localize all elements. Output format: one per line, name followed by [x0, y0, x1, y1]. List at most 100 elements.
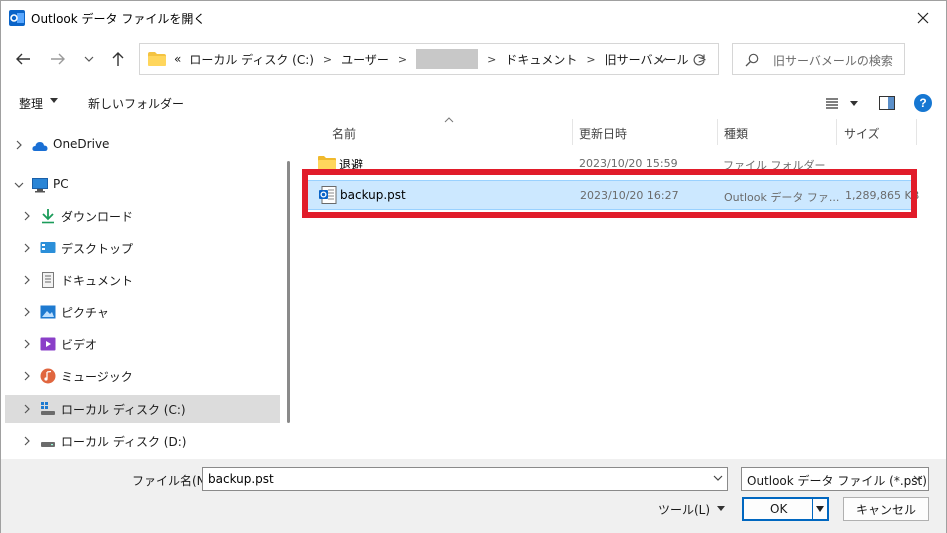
nav-item-documents[interactable]: ドキュメント — [5, 266, 280, 294]
nav-item-desktop[interactable]: デスクトップ — [5, 234, 280, 262]
close-button[interactable] — [900, 1, 946, 34]
new-folder-button[interactable]: 新しいフォルダー — [88, 95, 184, 112]
address-bar[interactable]: « ローカル ディスク (C:) > ユーザー > > ドキュメント > 旧サー… — [139, 43, 719, 75]
breadcrumb-documents[interactable]: ドキュメント — [501, 51, 581, 68]
chevron-right-icon[interactable]: > — [581, 53, 600, 66]
chevron-right-icon[interactable] — [21, 435, 33, 447]
chevron-right-icon[interactable] — [21, 338, 33, 350]
close-icon — [917, 12, 929, 23]
filename-input[interactable] — [203, 468, 703, 490]
nav-label-disk-d: ローカル ディスク (D:) — [61, 435, 187, 449]
help-icon[interactable]: ? — [914, 94, 932, 112]
search-icon — [745, 53, 759, 67]
nav-item-music[interactable]: ミュージック — [5, 362, 280, 390]
nav-item-pc[interactable]: PC — [5, 171, 280, 199]
nav-label-pc: PC — [53, 177, 69, 191]
filetype-select[interactable]: Outlook データ ファイル (*.pst) — [741, 467, 929, 491]
caret-down-icon[interactable] — [816, 505, 824, 513]
nav-item-pictures[interactable]: ピクチャ — [5, 298, 280, 326]
breadcrumb-users[interactable]: ユーザー — [337, 51, 393, 68]
nav-label-disk-c: ローカル ディスク (C:) — [61, 403, 186, 417]
recent-locations-button[interactable] — [77, 46, 101, 72]
nav-label-videos: ビデオ — [61, 338, 98, 352]
chevron-down-icon[interactable] — [713, 474, 723, 482]
refresh-button[interactable] — [688, 50, 710, 70]
organize-button[interactable]: 整理 — [19, 95, 43, 112]
column-header-modified[interactable]: 更新日時 — [579, 125, 627, 142]
drive-icon — [41, 442, 55, 447]
cancel-button[interactable]: キャンセル — [843, 497, 929, 521]
chevron-down-icon[interactable] — [13, 179, 25, 191]
preview-pane-icon[interactable] — [879, 96, 895, 110]
refresh-icon — [693, 54, 705, 66]
chevron-down-icon — [84, 56, 94, 62]
breadcrumb-overflow[interactable]: « — [170, 52, 185, 66]
highlight-annotation-box — [302, 169, 917, 218]
chevron-right-icon[interactable] — [21, 306, 33, 318]
nav-item-disk-d[interactable]: ローカル ディスク (D:) — [5, 427, 280, 455]
nav-item-disk-c[interactable]: ローカル ディスク (C:) — [5, 395, 280, 423]
address-history-button[interactable] — [652, 50, 672, 70]
chevron-right-icon[interactable] — [21, 403, 33, 415]
nav-item-videos[interactable]: ビデオ — [5, 330, 280, 358]
video-icon — [40, 337, 56, 351]
computer-icon — [32, 178, 48, 193]
chevron-right-icon[interactable]: > — [482, 53, 501, 66]
chevron-right-icon[interactable] — [21, 210, 33, 222]
nav-label-music: ミュージック — [61, 370, 133, 384]
arrow-up-icon — [112, 52, 124, 66]
title-bar: Outlook データ ファイルを開く — [1, 1, 946, 34]
chevron-right-icon[interactable]: > — [318, 53, 337, 66]
caret-down-icon[interactable] — [717, 506, 725, 512]
back-button[interactable] — [11, 46, 35, 72]
breadcrumb-old-server-mail[interactable]: 旧サーバメール — [601, 51, 693, 68]
chevron-right-icon[interactable] — [21, 370, 33, 382]
nav-label-onedrive: OneDrive — [53, 137, 110, 151]
breadcrumb: « ローカル ディスク (C:) > ユーザー > > ドキュメント > 旧サー… — [170, 44, 712, 74]
forward-button[interactable] — [46, 46, 70, 72]
nav-label-pictures: ピクチャ — [61, 306, 109, 320]
column-divider[interactable] — [572, 119, 573, 145]
column-divider[interactable] — [717, 119, 718, 145]
column-header-name[interactable]: 名前 — [332, 125, 356, 142]
chevron-down-icon — [657, 57, 667, 63]
up-button[interactable] — [106, 46, 130, 72]
command-bar: 整理 新しいフォルダー ? — [1, 89, 946, 117]
open-file-dialog: Outlook データ ファイルを開く « ローカル ディスク (C:) > ユ… — [0, 0, 947, 533]
sort-ascending-icon — [444, 117, 454, 123]
cloud-icon — [32, 142, 48, 151]
chevron-right-icon[interactable] — [13, 139, 25, 151]
breadcrumb-disk-c[interactable]: ローカル ディスク (C:) — [185, 51, 318, 68]
chevron-right-icon[interactable] — [21, 274, 33, 286]
search-box[interactable]: 旧サーバメールの検索 — [732, 43, 905, 75]
chevron-right-icon[interactable]: > — [393, 53, 412, 66]
chevron-right-icon[interactable] — [21, 242, 33, 254]
view-options-icon[interactable] — [825, 96, 859, 112]
arrow-left-icon — [16, 53, 30, 65]
nav-label-documents: ドキュメント — [61, 274, 134, 288]
search-placeholder: 旧サーバメールの検索 — [773, 54, 893, 68]
filename-combobox[interactable] — [202, 467, 728, 491]
caret-down-icon[interactable] — [50, 98, 58, 104]
column-header-size[interactable]: サイズ — [844, 125, 880, 142]
split-divider — [812, 499, 813, 519]
column-header-type[interactable]: 種類 — [724, 125, 748, 142]
download-icon — [42, 209, 54, 224]
navigation-pane: OneDrive PC ダウンロード デスクトップ ドキュメント ピクチャ ビデ… — [1, 119, 297, 459]
nav-item-onedrive[interactable]: OneDrive — [5, 131, 280, 159]
nav-item-downloads[interactable]: ダウンロード — [5, 202, 280, 230]
filetype-value: Outlook データ ファイル (*.pst) — [747, 474, 927, 488]
column-divider[interactable] — [836, 119, 837, 145]
tools-button[interactable]: ツール(L) — [658, 501, 710, 518]
document-icon — [42, 272, 54, 288]
ok-button[interactable]: OK — [742, 497, 829, 521]
outlook-icon — [9, 10, 25, 26]
nav-label-desktop: デスクトップ — [61, 242, 134, 256]
ok-label: OK — [770, 502, 788, 516]
folder-icon — [148, 52, 166, 66]
nav-scrollbar[interactable] — [287, 161, 290, 423]
picture-icon — [40, 305, 56, 319]
redacted-username[interactable] — [416, 49, 479, 69]
column-divider[interactable] — [916, 119, 917, 145]
window-title: Outlook データ ファイルを開く — [31, 12, 206, 26]
